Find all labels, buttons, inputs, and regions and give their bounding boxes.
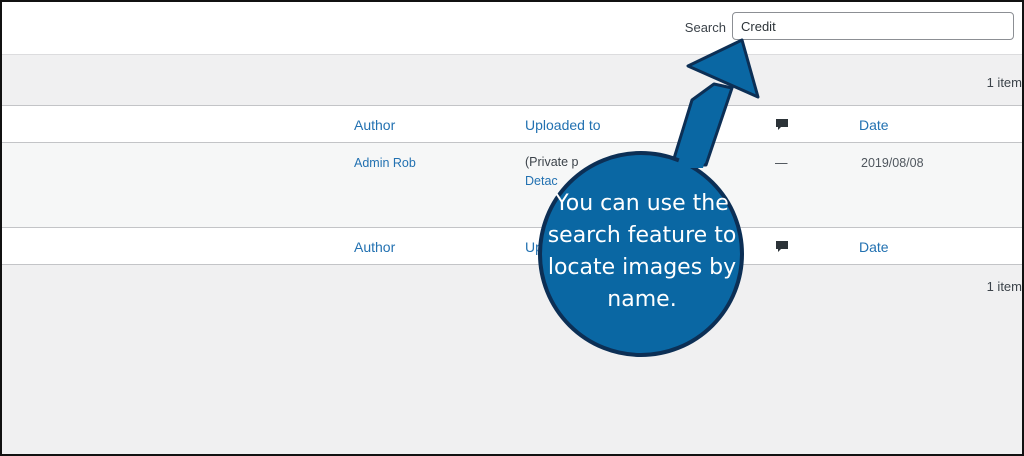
search-bar: Search [2, 2, 1022, 55]
item-count-bottom: 1 item [986, 279, 1022, 294]
media-table: Author Uploaded to Date Admin Rob (Priva… [2, 105, 1022, 265]
uploaded-to-status: (Private p [525, 155, 579, 169]
comment-icon[interactable] [775, 240, 789, 252]
item-count-top: 1 item [986, 75, 1022, 90]
column-author-header[interactable]: Author [354, 117, 395, 133]
search-input[interactable] [732, 12, 1014, 40]
column-author-footer[interactable]: Author [354, 239, 395, 255]
search-label: Search [684, 20, 726, 35]
media-library-panel: Search 1 item Author Uploaded to Date Ad… [0, 0, 1024, 456]
author-link[interactable]: Admin Rob [354, 156, 416, 170]
table-row: Admin Rob (Private p Detac — 2019/08/08 [2, 143, 1022, 227]
table-footer-row: Author Uploaded to Date [2, 227, 1022, 264]
comment-count: — [775, 156, 788, 170]
comment-icon[interactable] [775, 118, 789, 130]
table-header-row: Author Uploaded to Date [2, 106, 1022, 143]
column-date-footer[interactable]: Date [859, 239, 889, 255]
uploaded-to-cell: (Private p Detac [525, 153, 579, 191]
callout-text: You can use the search feature to locate… [547, 191, 737, 312]
column-uploaded-to-header[interactable]: Uploaded to [525, 117, 601, 133]
column-date-header[interactable]: Date [859, 117, 889, 133]
date-value: 2019/08/08 [861, 156, 924, 170]
